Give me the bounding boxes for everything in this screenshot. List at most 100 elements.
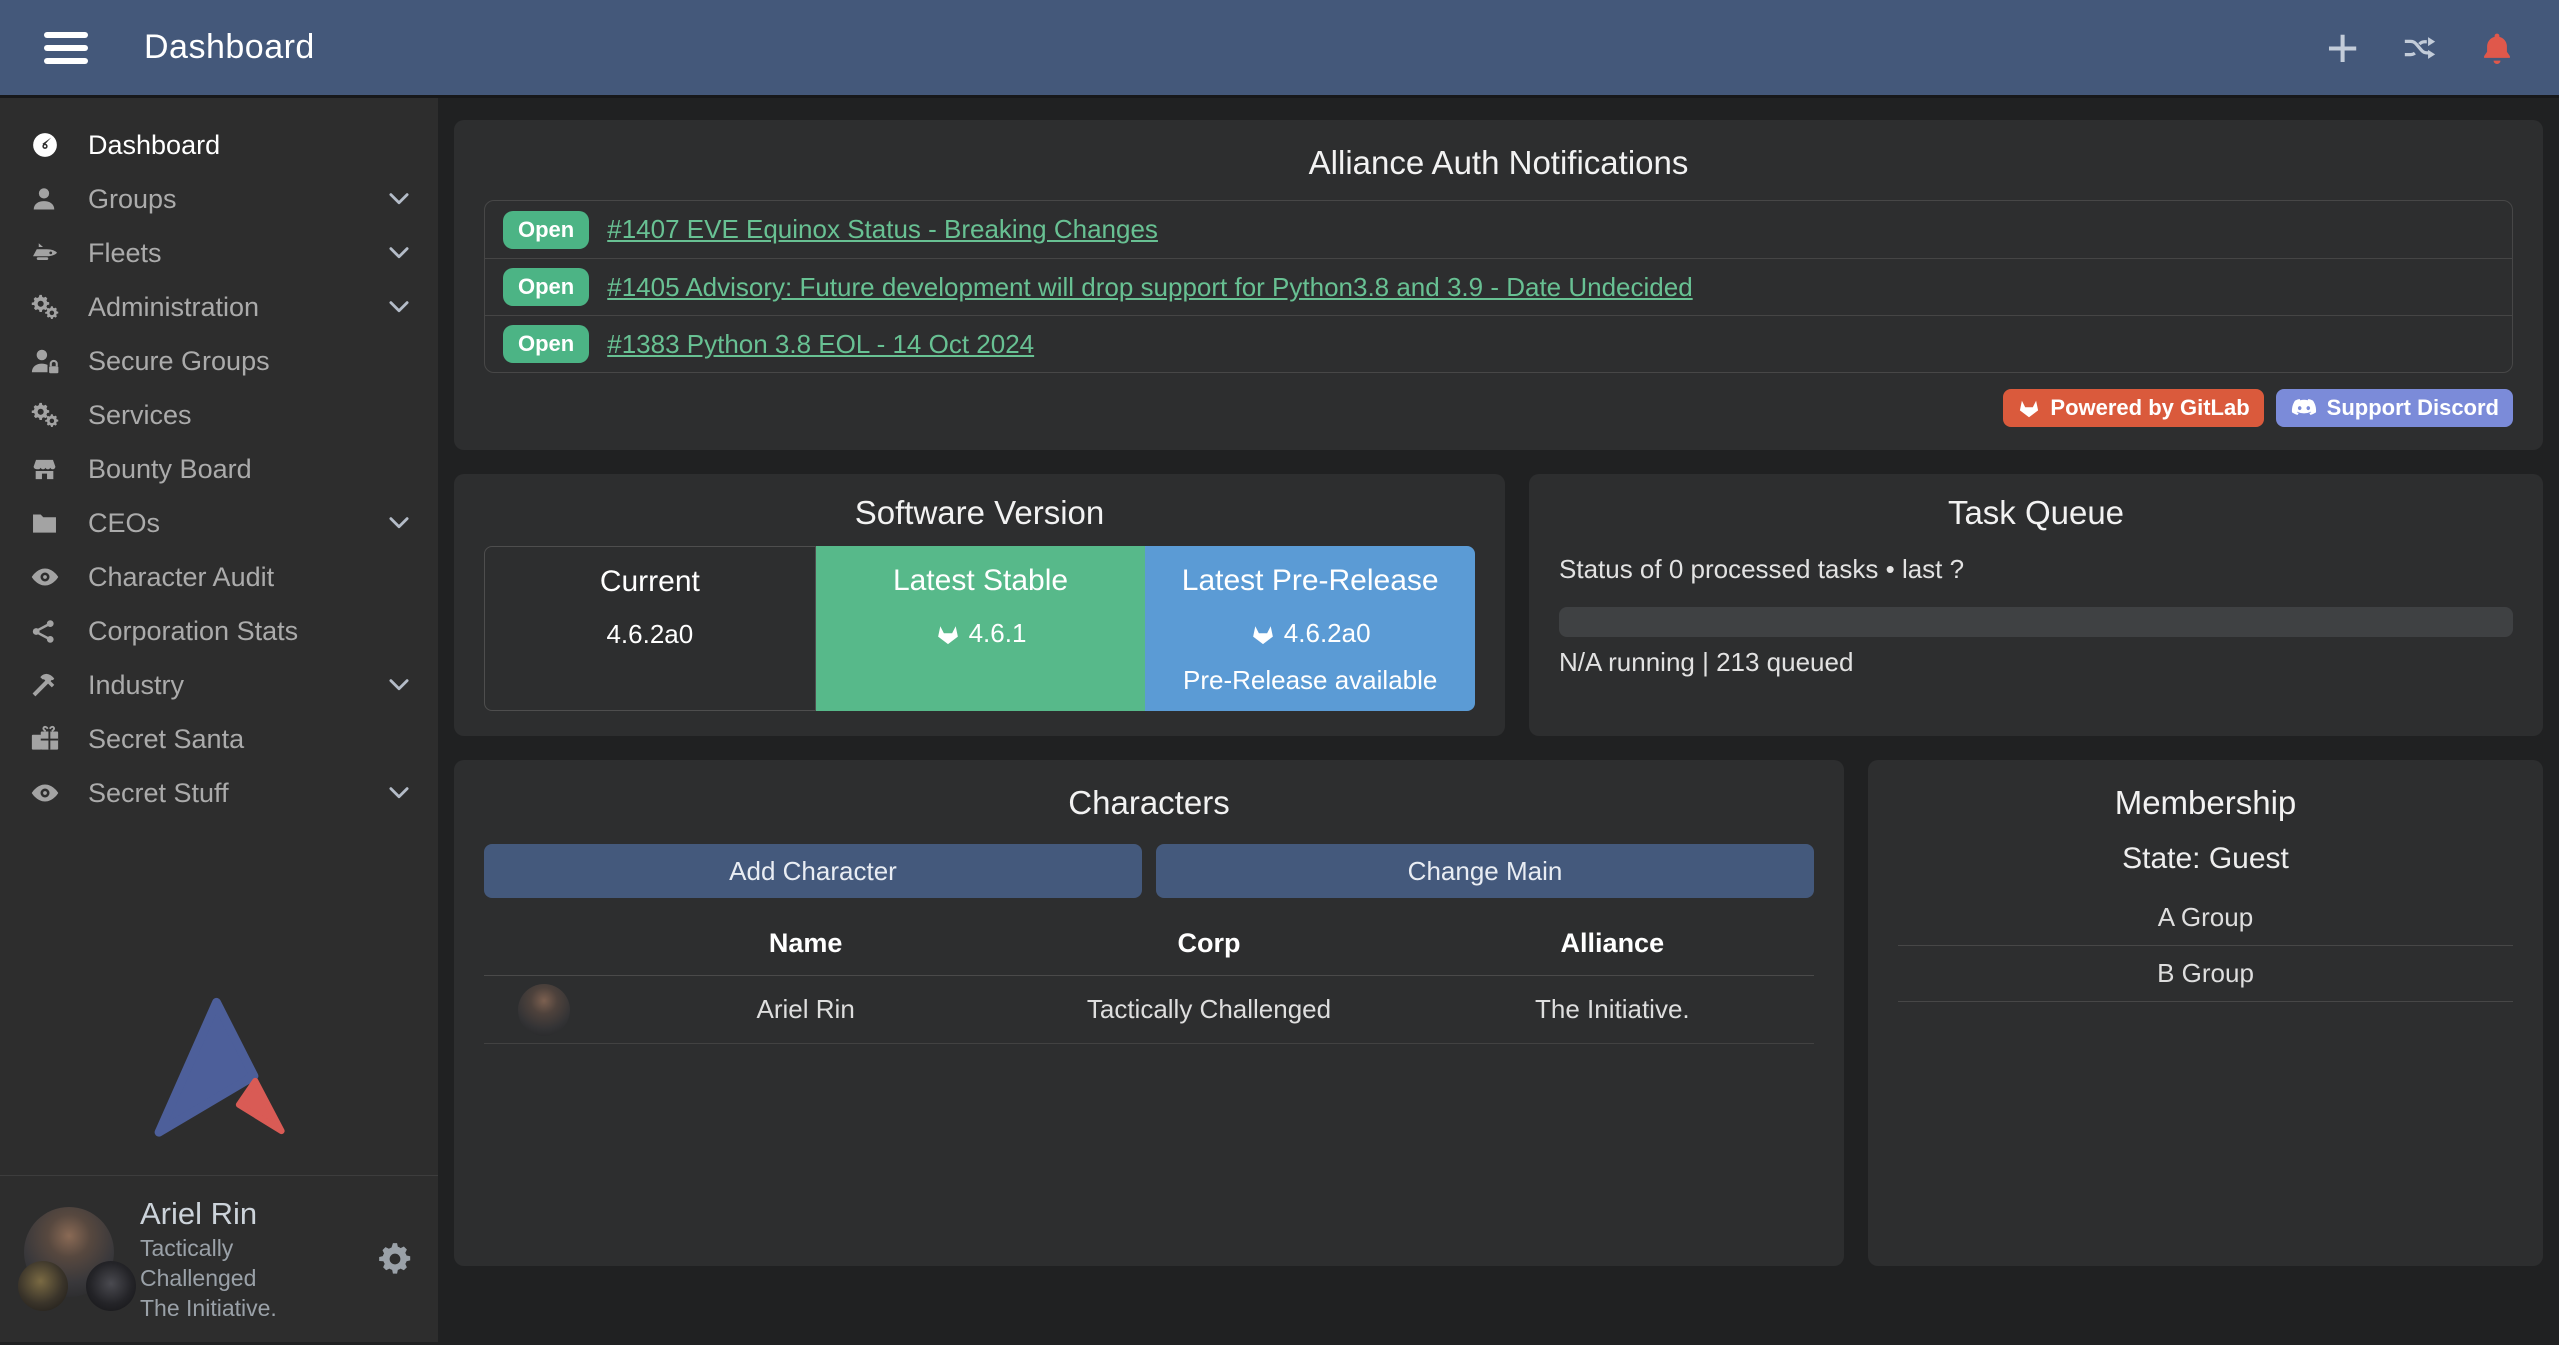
gitlab-icon bbox=[2017, 396, 2041, 420]
membership-state: State: Guest bbox=[1898, 842, 2513, 876]
character-alliance: The Initiative. bbox=[1411, 994, 1814, 1025]
menu-toggle-icon[interactable] bbox=[44, 32, 88, 64]
status-badge: Open bbox=[503, 268, 589, 306]
corp-logo bbox=[18, 1261, 68, 1311]
membership-panel: Membership State: Guest A Group B Group bbox=[1868, 760, 2543, 1266]
sidebar-item-label: Groups bbox=[88, 184, 177, 215]
notification-item: Open #1405 Advisory: Future development … bbox=[485, 258, 2512, 315]
change-main-button[interactable]: Change Main bbox=[1156, 844, 1814, 898]
sidebar-item-fleets[interactable]: Fleets bbox=[0, 226, 438, 280]
characters-table-header: Name Corp Alliance bbox=[484, 914, 1814, 976]
user-lock-icon bbox=[30, 346, 76, 376]
sidebar-item-label: Services bbox=[88, 400, 192, 431]
folder-icon bbox=[30, 509, 76, 538]
sidebar-item-services[interactable]: Services bbox=[0, 388, 438, 442]
store-icon bbox=[30, 455, 76, 484]
powered-by-gitlab-badge[interactable]: Powered by GitLab bbox=[2003, 389, 2263, 427]
sidebar-item-label: Dashboard bbox=[88, 130, 220, 161]
share-nodes-icon bbox=[30, 618, 76, 645]
sidebar-item-label: Corporation Stats bbox=[88, 616, 298, 647]
notification-link[interactable]: #1405 Advisory: Future development will … bbox=[607, 272, 1692, 303]
user-avatar bbox=[24, 1207, 120, 1311]
sidebar-item-secret-santa[interactable]: Secret Santa bbox=[0, 712, 438, 766]
gauge-icon bbox=[30, 130, 76, 160]
sidebar-item-label: Industry bbox=[88, 670, 184, 701]
sidebar-item-groups[interactable]: Groups bbox=[0, 172, 438, 226]
sidebar-item-label: Secure Groups bbox=[88, 346, 270, 377]
software-version-panel: Software Version Current 4.6.2a0 Latest … bbox=[454, 474, 1505, 736]
task-progress-bar bbox=[1559, 607, 2513, 637]
top-navbar: Dashboard + bbox=[0, 0, 2559, 98]
version-label: Latest Stable bbox=[816, 564, 1146, 598]
column-header-name: Name bbox=[604, 928, 1007, 959]
version-note: Pre-Release available bbox=[1145, 665, 1475, 696]
eye-icon bbox=[30, 778, 76, 808]
version-number: 4.6.2a0 bbox=[1284, 618, 1371, 649]
version-latest-stable: Latest Stable 4.6.1 bbox=[816, 546, 1146, 711]
notification-item: Open #1407 EVE Equinox Status - Breaking… bbox=[485, 201, 2512, 258]
page-title: Dashboard bbox=[144, 28, 315, 67]
chevron-down-icon bbox=[386, 294, 412, 320]
sidebar-nav: Dashboard Groups Fleets Administration S… bbox=[0, 98, 438, 820]
table-row: Ariel Rin Tactically Challenged The Init… bbox=[484, 976, 1814, 1044]
task-status-line: Status of 0 processed tasks • last ? bbox=[1559, 554, 2513, 585]
sidebar-item-secret-stuff[interactable]: Secret Stuff bbox=[0, 766, 438, 820]
sidebar-item-industry[interactable]: Industry bbox=[0, 658, 438, 712]
navbar-actions: + bbox=[2326, 28, 2515, 68]
character-avatar bbox=[518, 984, 570, 1036]
sidebar: Dashboard Groups Fleets Administration S… bbox=[0, 98, 438, 1342]
list-item: B Group bbox=[1898, 946, 2513, 1002]
shuttle-icon bbox=[30, 238, 76, 268]
settings-gear-icon[interactable] bbox=[376, 1240, 414, 1278]
user-panel: Ariel Rin Tactically Challenged The Init… bbox=[0, 1175, 438, 1342]
user-corp: Tactically Challenged bbox=[140, 1234, 356, 1294]
alliance-auth-logo bbox=[139, 991, 299, 1141]
sidebar-item-label: Secret Santa bbox=[88, 724, 244, 755]
status-badge: Open bbox=[503, 211, 589, 249]
user-icon bbox=[30, 185, 76, 213]
alliance-logo bbox=[86, 1261, 136, 1311]
software-version-title: Software Version bbox=[484, 494, 1475, 532]
notifications-bell-icon[interactable] bbox=[2479, 30, 2515, 66]
eye-icon bbox=[30, 562, 76, 592]
sidebar-item-administration[interactable]: Administration bbox=[0, 280, 438, 334]
version-current: Current 4.6.2a0 bbox=[484, 546, 816, 711]
chevron-down-icon bbox=[386, 510, 412, 536]
sidebar-item-character-audit[interactable]: Character Audit bbox=[0, 550, 438, 604]
footer-badges: Powered by GitLab Support Discord bbox=[484, 389, 2513, 427]
task-summary: N/A running | 213 queued bbox=[1559, 647, 2513, 678]
add-icon[interactable]: + bbox=[2326, 28, 2359, 68]
list-item: A Group bbox=[1898, 890, 2513, 946]
sidebar-item-secure-groups[interactable]: Secure Groups bbox=[0, 334, 438, 388]
task-queue-panel: Task Queue Status of 0 processed tasks •… bbox=[1529, 474, 2543, 736]
characters-table: Name Corp Alliance Ariel Rin Tactically … bbox=[484, 914, 1814, 1044]
chevron-down-icon bbox=[386, 186, 412, 212]
sidebar-item-label: Character Audit bbox=[88, 562, 274, 593]
column-header-alliance: Alliance bbox=[1411, 928, 1814, 959]
shuffle-icon[interactable] bbox=[2399, 31, 2439, 65]
sidebar-item-label: Fleets bbox=[88, 238, 162, 269]
gifts-icon bbox=[30, 724, 76, 754]
notifications-title: Alliance Auth Notifications bbox=[484, 144, 2513, 182]
sidebar-item-label: Bounty Board bbox=[88, 454, 252, 485]
badge-label: Support Discord bbox=[2327, 395, 2499, 421]
support-discord-badge[interactable]: Support Discord bbox=[2276, 389, 2513, 427]
hammer-icon bbox=[30, 671, 76, 699]
membership-group-list: A Group B Group bbox=[1898, 890, 2513, 1002]
characters-panel: Characters Add Character Change Main Nam… bbox=[454, 760, 1844, 1266]
sidebar-item-dashboard[interactable]: Dashboard bbox=[0, 118, 438, 172]
sidebar-item-bounty-board[interactable]: Bounty Board bbox=[0, 442, 438, 496]
sidebar-item-corporation-stats[interactable]: Corporation Stats bbox=[0, 604, 438, 658]
character-name: Ariel Rin bbox=[604, 994, 1007, 1025]
chevron-down-icon bbox=[386, 240, 412, 266]
gitlab-icon bbox=[935, 621, 961, 647]
sidebar-item-label: Secret Stuff bbox=[88, 778, 229, 809]
notification-link[interactable]: #1407 EVE Equinox Status - Breaking Chan… bbox=[607, 214, 1158, 245]
notifications-list: Open #1407 EVE Equinox Status - Breaking… bbox=[484, 200, 2513, 373]
notification-link[interactable]: #1383 Python 3.8 EOL - 14 Oct 2024 bbox=[607, 329, 1034, 360]
character-corp: Tactically Challenged bbox=[1007, 994, 1410, 1025]
task-queue-title: Task Queue bbox=[1559, 494, 2513, 532]
badge-label: Powered by GitLab bbox=[2050, 395, 2249, 421]
sidebar-item-ceos[interactable]: CEOs bbox=[0, 496, 438, 550]
add-character-button[interactable]: Add Character bbox=[484, 844, 1142, 898]
